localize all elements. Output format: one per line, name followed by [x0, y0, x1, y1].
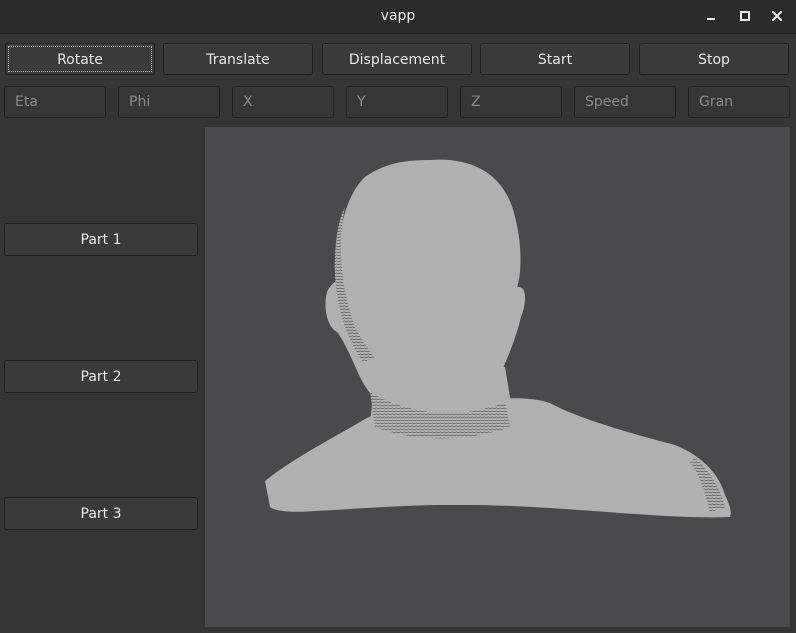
start-button[interactable]: Start [480, 43, 630, 75]
speed-input[interactable] [574, 86, 676, 118]
x-input[interactable] [232, 86, 334, 118]
gran-input[interactable] [688, 86, 790, 118]
head-shape [325, 159, 526, 422]
close-icon [772, 11, 782, 21]
eta-input[interactable] [4, 86, 106, 118]
stop-button[interactable]: Stop [639, 43, 789, 75]
part-1-button[interactable]: Part 1 [4, 223, 198, 256]
y-input[interactable] [346, 86, 448, 118]
window-title: vapp [380, 8, 416, 24]
3d-viewport[interactable] [205, 127, 790, 627]
app-window: vapp Rotate Translate Displacement Start… [0, 0, 796, 633]
part-2-button[interactable]: Part 2 [4, 360, 198, 393]
minimize-button[interactable] [700, 5, 722, 27]
z-input[interactable] [460, 86, 562, 118]
maximize-button[interactable] [734, 5, 756, 27]
minimize-icon [707, 18, 715, 20]
part-3-button[interactable]: Part 3 [4, 497, 198, 530]
rotate-button[interactable]: Rotate [5, 43, 155, 75]
close-button[interactable] [766, 5, 788, 27]
point-cloud-model [265, 159, 731, 518]
displacement-button[interactable]: Displacement [322, 43, 472, 75]
translate-button[interactable]: Translate [163, 43, 313, 75]
phi-input[interactable] [118, 86, 220, 118]
maximize-icon [740, 11, 750, 21]
title-bar[interactable]: vapp [0, 0, 796, 34]
